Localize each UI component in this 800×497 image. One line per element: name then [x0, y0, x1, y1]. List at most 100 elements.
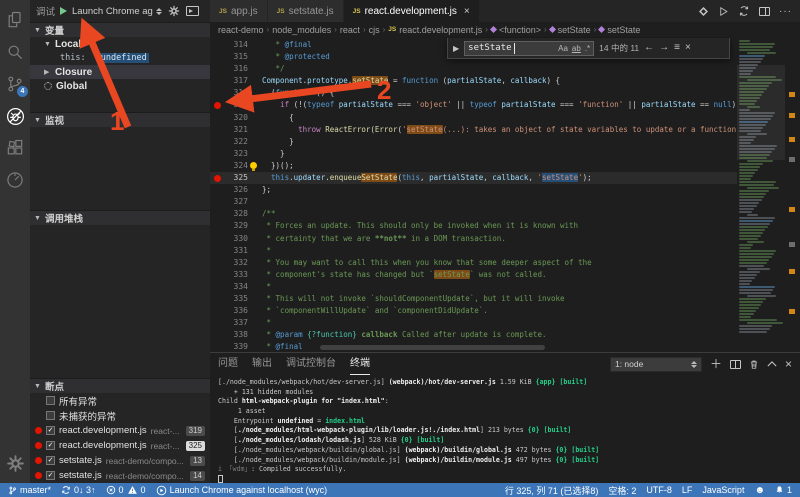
feedback-smiley-icon[interactable]: ☻: [754, 485, 765, 496]
debug-launch-status[interactable]: Launch Chrome against localhost (wyc): [156, 485, 327, 496]
checkbox-checked[interactable]: ✓: [46, 426, 55, 435]
line-gutter[interactable]: 333: [210, 269, 248, 281]
line-gutter[interactable]: 315: [210, 51, 248, 63]
breadcrumb-item[interactable]: react-demo: [218, 25, 264, 35]
exception-breakpoint-row[interactable]: 所有异常: [30, 393, 210, 408]
breadcrumb-item[interactable]: react: [340, 25, 360, 35]
line-gutter[interactable]: 314: [210, 39, 248, 51]
encoding-status[interactable]: UTF-8: [646, 485, 672, 495]
breakpoints-header[interactable]: ▼ 断点: [30, 378, 210, 393]
code-editor[interactable]: 314 * @final 315 * @protected 316 */317 Com…: [210, 37, 800, 352]
search-icon[interactable]: [0, 36, 30, 68]
cursor-position[interactable]: 行 325, 列 71 (已选择8): [505, 484, 599, 497]
language-mode[interactable]: JavaScript: [702, 485, 744, 495]
exception-breakpoint-row[interactable]: 未捕获的异常: [30, 408, 210, 423]
checkbox-checked[interactable]: ✓: [46, 471, 55, 480]
notifications-bell[interactable]: 1: [775, 485, 792, 495]
regex-toggle[interactable]: .*: [585, 44, 590, 53]
tab-setstate.js[interactable]: JS setstate.js: [267, 0, 344, 22]
sync-status[interactable]: 0↓ 3↑: [61, 485, 96, 495]
debug-icon[interactable]: [0, 100, 30, 132]
breakpoint-row[interactable]: ✓ setstate.js react-demo/compo... 13: [30, 453, 210, 468]
line-gutter[interactable]: 325: [210, 172, 248, 184]
variable-this[interactable]: this: undefined: [30, 51, 210, 65]
breadcrumb-item[interactable]: node_modules: [272, 25, 331, 35]
line-gutter[interactable]: 337: [210, 317, 248, 329]
line-gutter[interactable]: 324: [210, 160, 248, 172]
eol-status[interactable]: LF: [682, 485, 693, 495]
terminal-select[interactable]: 1: node: [609, 356, 702, 372]
breakpoint-row[interactable]: ✓ react.development.js react-... 319: [30, 423, 210, 438]
scope-local[interactable]: ▼ Local: [30, 37, 210, 51]
maximize-panel-icon[interactable]: [767, 360, 777, 368]
line-gutter[interactable]: 329: [210, 220, 248, 232]
settings-gear-icon[interactable]: [0, 447, 30, 479]
find-input[interactable]: setState Aa ab .*: [464, 40, 595, 56]
close-tab-icon[interactable]: ×: [464, 6, 470, 17]
toggle-replace-icon[interactable]: ▶: [453, 44, 459, 53]
breadcrumb-item[interactable]: JS react.development.js: [388, 25, 482, 35]
problems-status[interactable]: 0 0: [106, 485, 146, 495]
explorer-icon[interactable]: [0, 4, 30, 36]
checkbox-checked[interactable]: ✓: [46, 441, 55, 450]
line-gutter[interactable]: 328: [210, 208, 248, 220]
line-gutter[interactable]: 330: [210, 233, 248, 245]
line-gutter[interactable]: 323: [210, 148, 248, 160]
line-gutter[interactable]: 339: [210, 341, 248, 352]
breakpoint-row[interactable]: ✓ react.development.js react-... 325: [30, 438, 210, 453]
dial-gauge-icon[interactable]: [0, 164, 30, 196]
line-gutter[interactable]: 336: [210, 305, 248, 317]
line-gutter[interactable]: 321: [210, 124, 248, 136]
checkbox-unchecked[interactable]: [46, 411, 55, 420]
line-gutter[interactable]: 320: [210, 112, 248, 124]
run-file-icon[interactable]: [718, 6, 729, 17]
source-control-icon[interactable]: 4: [0, 68, 30, 100]
checkbox-unchecked[interactable]: [46, 396, 55, 405]
sync-loop-icon[interactable]: [738, 5, 750, 17]
breadcrumb-item[interactable]: setState: [548, 25, 591, 35]
tab-react.development.js[interactable]: JS react.development.js ×: [343, 0, 480, 22]
previous-match-icon[interactable]: ←: [644, 43, 654, 53]
more-actions-icon[interactable]: ···: [779, 6, 792, 17]
line-gutter[interactable]: 318: [210, 87, 248, 99]
extensions-icon[interactable]: [0, 132, 30, 164]
panel-tab-调试控制台[interactable]: 调试控制台: [286, 353, 336, 375]
debug-config-dropdown[interactable]: Launch Chrome ag: [72, 6, 162, 17]
split-terminal-icon[interactable]: [729, 359, 741, 369]
line-gutter[interactable]: 335: [210, 293, 248, 305]
variables-header[interactable]: ▼ 变量: [30, 22, 210, 37]
call-stack-header[interactable]: ▼ 调用堆栈: [30, 210, 210, 225]
debug-console-toggle-icon[interactable]: [185, 6, 199, 16]
close-panel-icon[interactable]: ×: [785, 358, 792, 370]
tab-app.js[interactable]: JS app.js: [210, 0, 268, 22]
find-in-selection-icon[interactable]: ≡: [674, 43, 680, 53]
minimap-slider[interactable]: [737, 65, 785, 160]
scope-closure[interactable]: ▶ Closure: [30, 65, 210, 79]
breadcrumb-item[interactable]: <function>: [489, 25, 541, 35]
panel-tab-输出[interactable]: 输出: [252, 353, 272, 375]
panel-tab-终端[interactable]: 终端: [350, 353, 370, 375]
line-gutter[interactable]: 326: [210, 184, 248, 196]
line-gutter[interactable]: 327: [210, 196, 248, 208]
terminal-output[interactable]: [./node_modules/webpack/hot/dev-server.j…: [210, 375, 800, 485]
line-gutter[interactable]: 331: [210, 245, 248, 257]
match-case-toggle[interactable]: Aa: [558, 44, 568, 53]
debug-settings-gear-icon[interactable]: [168, 5, 180, 17]
line-gutter[interactable]: 322: [210, 136, 248, 148]
new-terminal-icon[interactable]: ＋: [710, 358, 722, 370]
panel-tab-问题[interactable]: 问题: [218, 353, 238, 375]
breadcrumb-item[interactable]: cjs: [369, 25, 380, 35]
git-branch-status[interactable]: master*: [8, 485, 51, 496]
whole-word-toggle[interactable]: ab: [572, 44, 581, 53]
split-editor-icon[interactable]: [759, 6, 770, 16]
kill-terminal-icon[interactable]: [749, 359, 759, 370]
line-gutter[interactable]: 317: [210, 75, 248, 87]
breakpoint-dot[interactable]: [214, 174, 221, 182]
horizontal-scrollbar[interactable]: [320, 345, 545, 350]
line-gutter[interactable]: 319: [210, 99, 248, 111]
breakpoint-row[interactable]: ✓ setstate.js react-demo/compo... 14: [30, 468, 210, 483]
gem-icon[interactable]: [698, 6, 709, 17]
line-gutter[interactable]: 334: [210, 281, 248, 293]
start-debug-button[interactable]: [60, 7, 68, 15]
lightbulb-icon[interactable]: [250, 161, 257, 171]
